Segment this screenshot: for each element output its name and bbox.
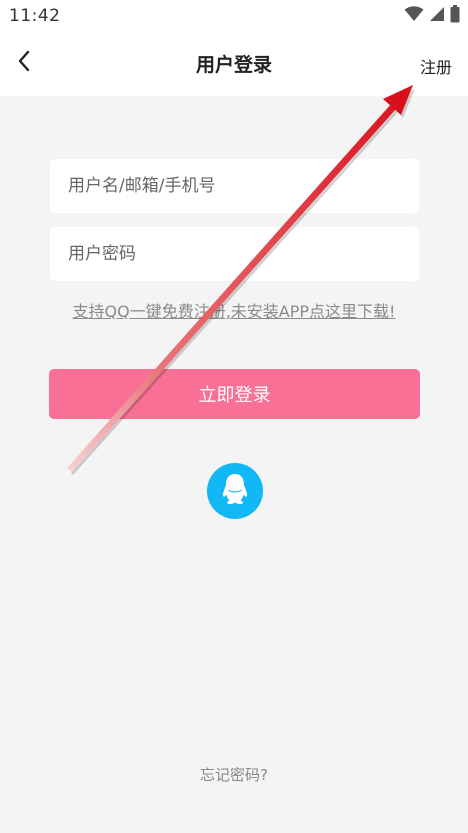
signal-icon <box>429 6 445 26</box>
forgot-password-link[interactable]: 忘记密码? <box>0 764 468 785</box>
status-bar: 11:42 <box>0 0 468 32</box>
qq-register-hint-link[interactable]: 支持QQ一键免费注册,未安装APP点这里下载! <box>0 298 468 322</box>
qq-login-button[interactable] <box>207 463 263 519</box>
password-field[interactable] <box>50 227 419 281</box>
password-input[interactable] <box>50 227 419 281</box>
wifi-icon <box>404 6 424 26</box>
app-header: 用户登录 注册 <box>0 32 468 96</box>
qq-penguin-icon <box>220 472 250 510</box>
username-input[interactable] <box>50 159 419 213</box>
login-screen: 11:42 用户登录 注册 用户名/邮箱/手机号 支持QQ一键免费注册,未安装A… <box>0 0 468 833</box>
status-icons <box>404 5 460 27</box>
page-title: 用户登录 <box>195 54 272 76</box>
login-button[interactable]: 立即登录 <box>49 369 420 419</box>
register-link[interactable]: 注册 <box>420 54 452 78</box>
status-time: 11:42 <box>9 6 61 26</box>
battery-icon <box>450 5 460 27</box>
username-field[interactable] <box>50 159 419 213</box>
